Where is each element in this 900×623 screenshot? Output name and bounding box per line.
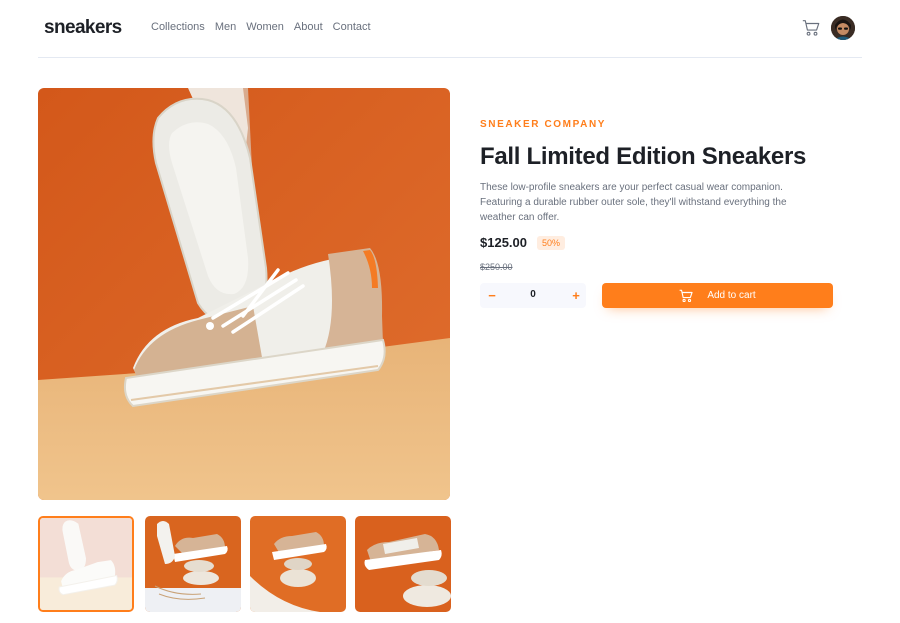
thumbnail-3[interactable] xyxy=(250,516,346,612)
add-to-cart-label: Add to cart xyxy=(707,290,756,301)
discount-badge: 50% xyxy=(537,235,566,250)
nav-item-about[interactable]: About xyxy=(294,21,323,33)
current-price: $125.00 xyxy=(480,235,527,250)
thumbnail-4[interactable] xyxy=(355,516,451,612)
thumbnail-1[interactable] xyxy=(38,516,134,612)
purchase-actions: − 0 + Add to cart xyxy=(480,283,833,308)
increase-quantity-button[interactable]: + xyxy=(566,283,586,308)
main-nav: Collections Men Women About Contact xyxy=(151,21,371,33)
thumbnail-2[interactable] xyxy=(145,516,241,612)
nav-item-collections[interactable]: Collections xyxy=(151,21,205,33)
site-header: sneakers Collections Men Women About Con… xyxy=(38,0,862,58)
nav-item-women[interactable]: Women xyxy=(246,21,284,33)
add-to-cart-button[interactable]: Add to cart xyxy=(602,283,833,308)
cart-icon[interactable] xyxy=(802,19,820,37)
product-title: Fall Limited Edition Sneakers xyxy=(480,143,807,170)
company-name: SNEAKER COMPANY xyxy=(480,119,607,130)
nav-item-contact[interactable]: Contact xyxy=(333,21,371,33)
original-price: $250.00 xyxy=(480,262,513,272)
product-info: SNEAKER COMPANY Fall Limited Edition Sne… xyxy=(480,118,840,272)
nav-item-men[interactable]: Men xyxy=(215,21,236,33)
cart-icon xyxy=(679,289,693,302)
logo[interactable]: sneakers xyxy=(44,17,122,39)
decrease-quantity-button[interactable]: − xyxy=(482,283,502,308)
quantity-stepper: − 0 + xyxy=(480,283,586,308)
price-row: $125.00 50% xyxy=(480,235,840,250)
main-product-image[interactable] xyxy=(38,88,450,500)
thumbnail-strip xyxy=(38,516,451,612)
avatar[interactable] xyxy=(831,16,855,40)
quantity-value: 0 xyxy=(530,289,536,300)
product-description: These low-profile sneakers are your perf… xyxy=(480,182,787,223)
